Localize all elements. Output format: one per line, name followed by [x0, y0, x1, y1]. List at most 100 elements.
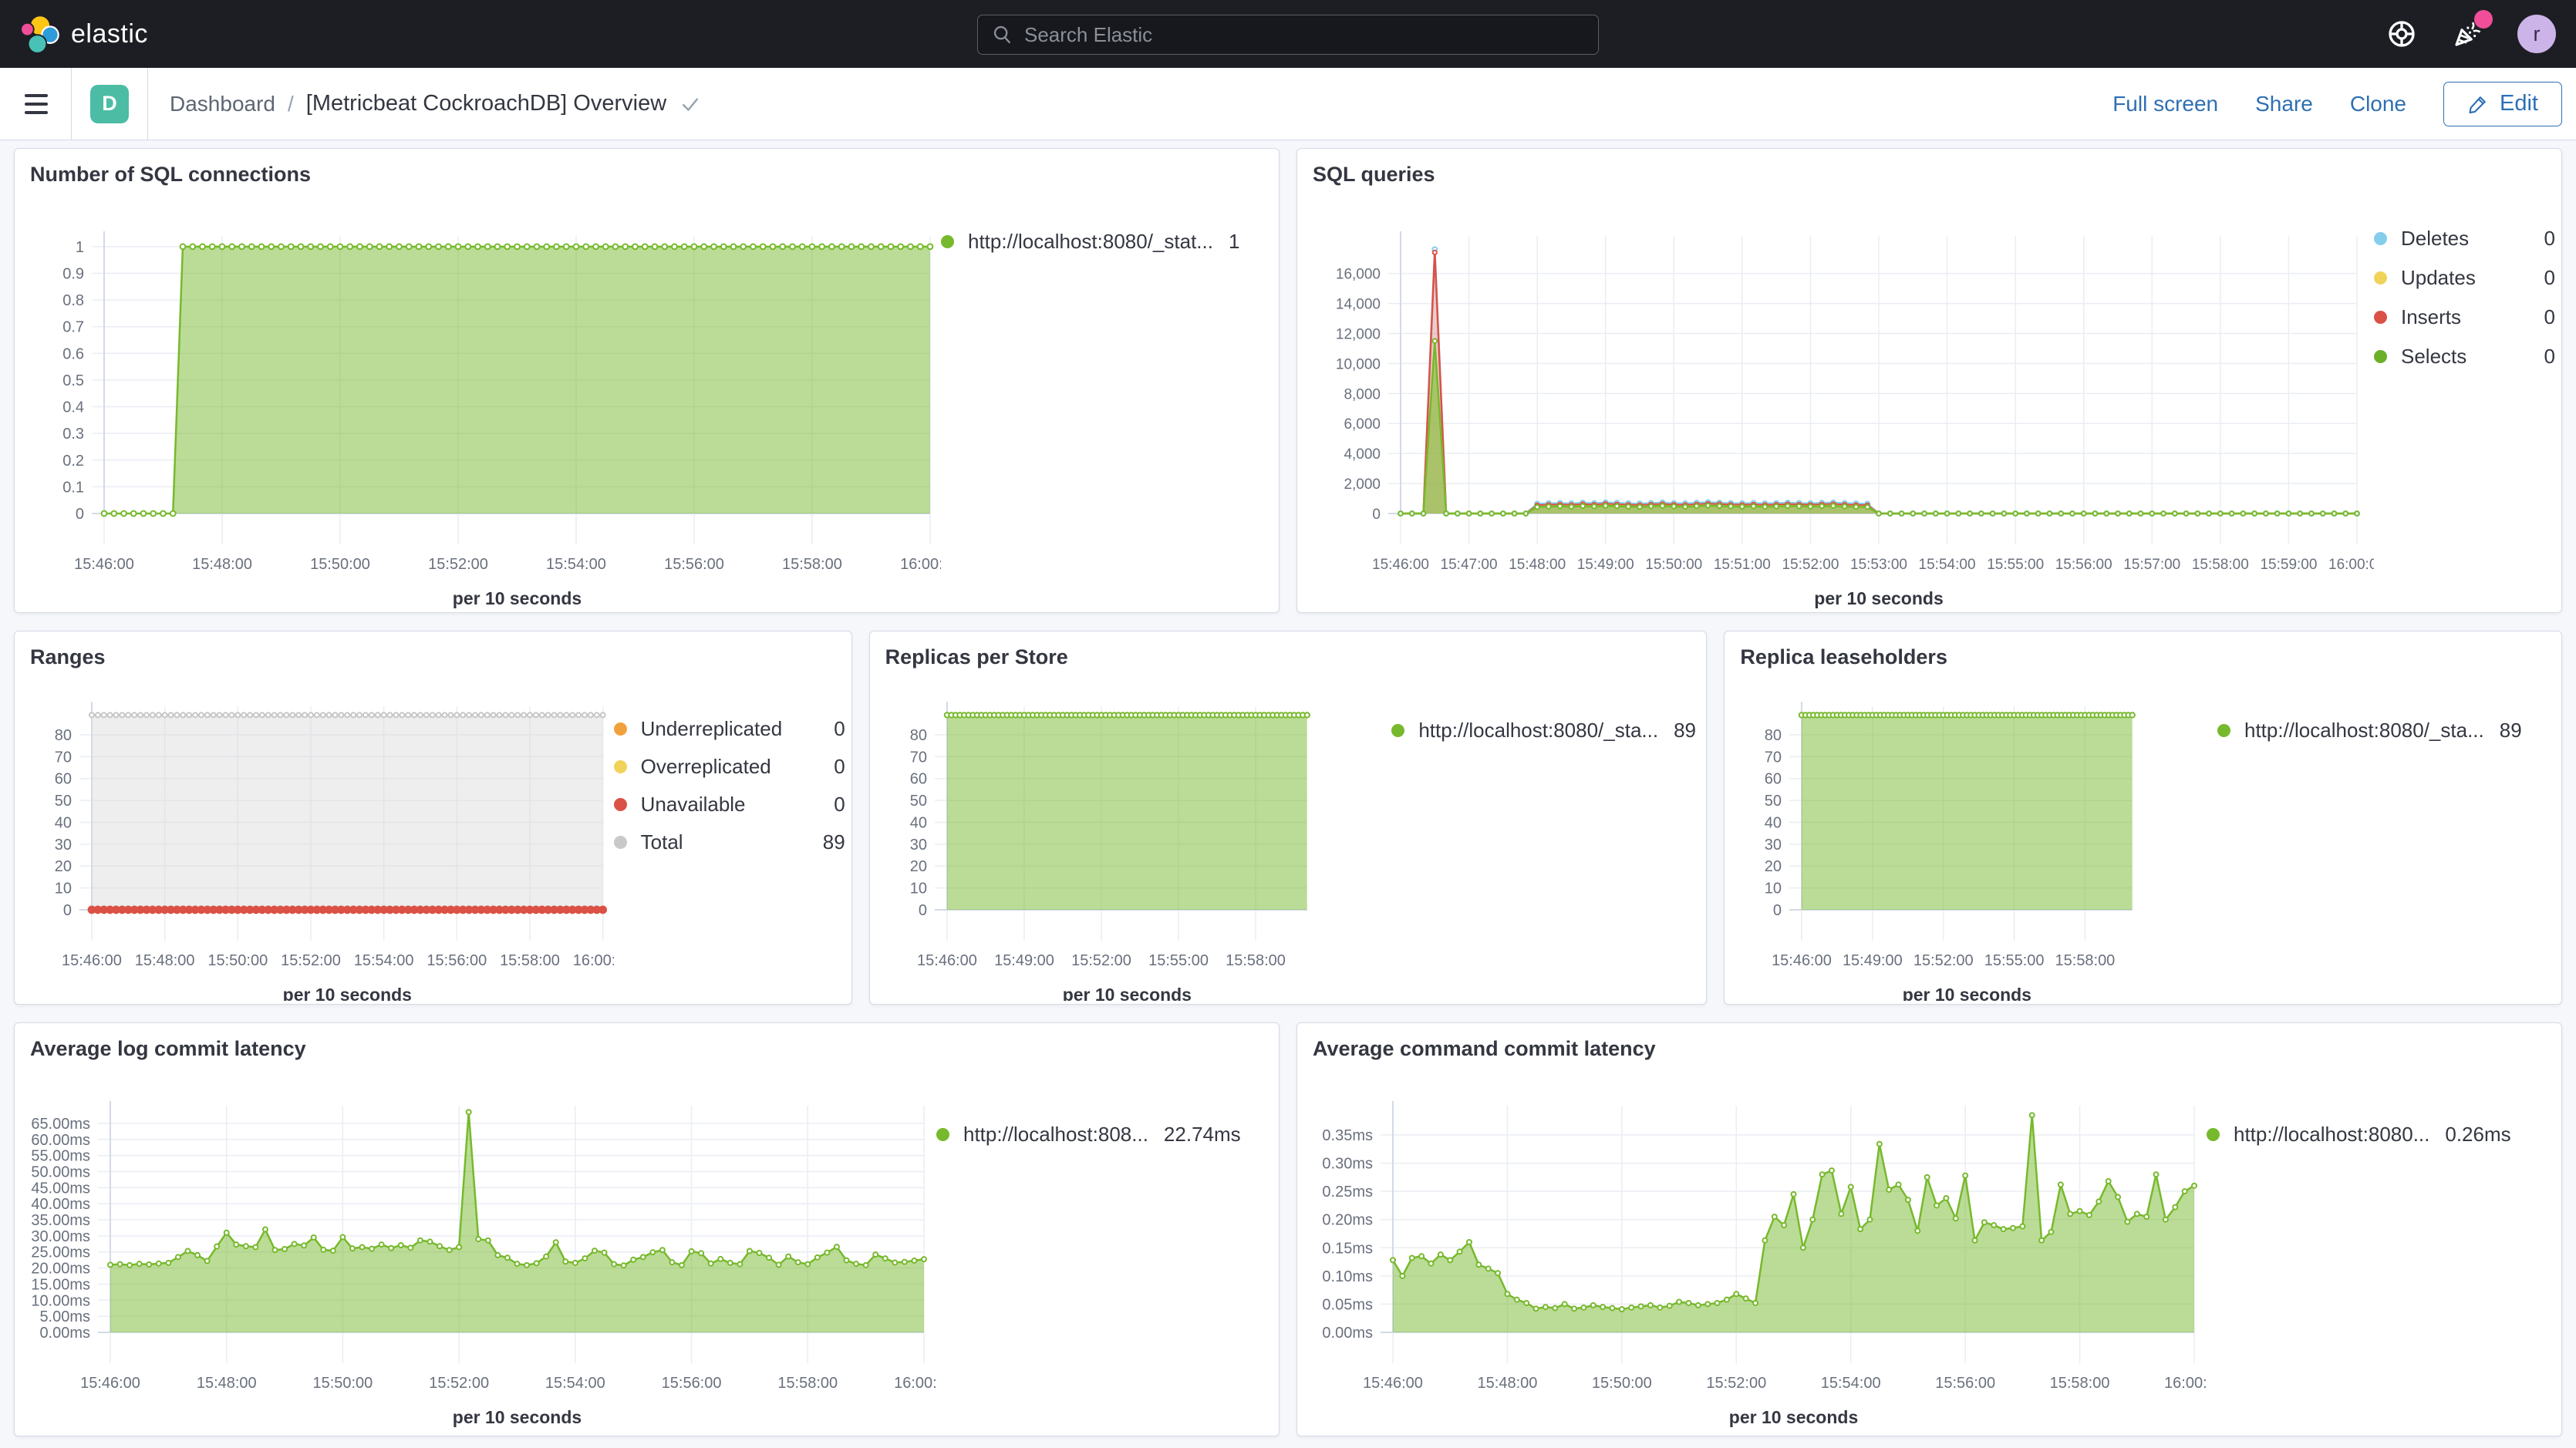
- svg-text:20.00ms: 20.00ms: [31, 1261, 90, 1278]
- panel-title: Average command commit latency: [1297, 1023, 2561, 1061]
- svg-text:50: 50: [1765, 793, 1782, 810]
- legend-dot: [2374, 232, 2387, 245]
- svg-text:15:52:00: 15:52:00: [281, 952, 341, 969]
- legend-item[interactable]: http://localhost:8080/_stat...1: [941, 230, 1273, 254]
- svg-text:per 10 seconds: per 10 seconds: [453, 588, 582, 608]
- chart-avg-log-commit-latency[interactable]: 0.00ms5.00ms10.00ms15.00ms20.00ms25.00ms…: [18, 1061, 936, 1433]
- svg-text:0.2: 0.2: [62, 453, 84, 470]
- dashboard-navbar: D Dashboard / [Metricbeat CockroachDB] O…: [0, 68, 2576, 140]
- legend-item[interactable]: http://localhost:8080...0.26ms: [2207, 1123, 2555, 1147]
- svg-text:30: 30: [55, 837, 72, 854]
- svg-text:16:00:00: 16:00:00: [2164, 1375, 2207, 1392]
- edit-button-label: Edit: [2500, 91, 2538, 116]
- legend-label: Inserts: [2401, 305, 2537, 329]
- panel-ranges: Ranges 0102030405060708015:46:0015:48:00…: [14, 631, 852, 1005]
- legend-dot: [2374, 350, 2387, 363]
- legend-item[interactable]: Overreplicated0: [614, 755, 845, 779]
- legend-item[interactable]: Underreplicated0: [614, 717, 845, 741]
- legend-item[interactable]: Inserts 0: [2374, 305, 2555, 329]
- legend-dot: [2374, 271, 2387, 285]
- svg-text:8,000: 8,000: [1344, 386, 1381, 402]
- share-button[interactable]: Share: [2255, 92, 2313, 116]
- space-badge[interactable]: D: [90, 85, 129, 123]
- search-input[interactable]: [1024, 23, 1584, 47]
- svg-text:15:54:00: 15:54:00: [1821, 1375, 1881, 1392]
- svg-text:1: 1: [76, 239, 84, 256]
- edit-button[interactable]: Edit: [2443, 82, 2562, 126]
- news-button[interactable]: [2451, 18, 2483, 50]
- svg-text:16:00:00: 16:00:00: [900, 556, 941, 573]
- chart-legend: Deletes0 Updates0 Inserts 0 Selects0: [2374, 187, 2555, 609]
- svg-text:0.20ms: 0.20ms: [1322, 1212, 1373, 1229]
- legend-dot: [2374, 311, 2387, 324]
- svg-text:70: 70: [1765, 749, 1782, 766]
- svg-text:60: 60: [55, 771, 72, 788]
- svg-text:0.30ms: 0.30ms: [1322, 1156, 1373, 1173]
- avatar[interactable]: r: [2517, 15, 2556, 53]
- svg-text:15:54:00: 15:54:00: [1919, 557, 1976, 573]
- svg-text:15:58:00: 15:58:00: [2050, 1375, 2110, 1392]
- legend-item[interactable]: http://localhost:8080/_sta...89: [2217, 719, 2555, 743]
- svg-text:15:52:00: 15:52:00: [1706, 1375, 1766, 1392]
- svg-text:35.00ms: 35.00ms: [31, 1212, 90, 1229]
- breadcrumb-separator: /: [288, 92, 294, 116]
- legend-item[interactable]: Selects0: [2374, 345, 2555, 369]
- svg-text:15:55:00: 15:55:00: [1984, 952, 2045, 969]
- svg-text:per 10 seconds: per 10 seconds: [1062, 985, 1191, 1001]
- chart-legend: http://localhost:8080/_sta...89: [2217, 669, 2555, 1001]
- legend-value: 0: [2544, 305, 2555, 329]
- svg-text:15:54:00: 15:54:00: [545, 1375, 605, 1392]
- legend-item[interactable]: Total89: [614, 830, 845, 854]
- svg-text:40: 40: [55, 814, 72, 831]
- legend-item[interactable]: Deletes0: [2374, 227, 2555, 251]
- svg-text:0.3: 0.3: [62, 426, 84, 443]
- svg-text:15:58:00: 15:58:00: [2192, 557, 2249, 573]
- svg-text:15:46:00: 15:46:00: [1372, 557, 1429, 573]
- svg-text:30: 30: [1765, 837, 1782, 854]
- svg-text:0.8: 0.8: [62, 292, 84, 309]
- svg-text:15:50:00: 15:50:00: [310, 556, 370, 573]
- svg-text:15:58:00: 15:58:00: [500, 952, 560, 969]
- legend-item[interactable]: http://localhost:808...22.74ms: [936, 1123, 1273, 1147]
- legend-dot: [2217, 724, 2230, 737]
- svg-text:40: 40: [1765, 814, 1782, 831]
- svg-text:16:00:00: 16:00:00: [573, 952, 614, 969]
- svg-text:14,000: 14,000: [1336, 297, 1381, 313]
- chart-avg-command-commit-latency[interactable]: 0.00ms0.05ms0.10ms0.15ms0.20ms0.25ms0.30…: [1300, 1061, 2207, 1433]
- chart-replica-leaseholders[interactable]: 0102030405060708015:46:0015:49:0015:52:0…: [1728, 669, 2217, 1001]
- svg-text:15:54:00: 15:54:00: [354, 952, 414, 969]
- svg-text:80: 80: [909, 727, 926, 744]
- svg-text:per 10 seconds: per 10 seconds: [453, 1407, 582, 1427]
- svg-text:15:50:00: 15:50:00: [313, 1375, 373, 1392]
- svg-text:15:56:00: 15:56:00: [427, 952, 487, 969]
- chart-ranges[interactable]: 0102030405060708015:46:0015:48:0015:50:0…: [18, 669, 614, 1001]
- svg-text:15:46:00: 15:46:00: [80, 1375, 140, 1392]
- legend-item[interactable]: Unavailable0: [614, 793, 845, 817]
- help-button[interactable]: [2386, 19, 2417, 49]
- svg-text:50: 50: [909, 793, 926, 810]
- menu-button[interactable]: [20, 89, 52, 119]
- clone-button[interactable]: Clone: [2350, 92, 2406, 116]
- full-screen-button[interactable]: Full screen: [2112, 92, 2218, 116]
- chart-sql-connections[interactable]: 00.10.20.30.40.50.60.70.80.9115:46:0015:…: [18, 187, 941, 609]
- panel-sql-connections: Number of SQL connections 00.10.20.30.40…: [14, 148, 1280, 613]
- legend-item[interactable]: http://localhost:8080/_sta...89: [1391, 719, 1700, 743]
- elastic-logo[interactable]: elastic: [20, 14, 148, 54]
- legend-item[interactable]: Updates0: [2374, 266, 2555, 290]
- legend-label: Unavailable: [641, 793, 827, 817]
- legend-dot: [1391, 724, 1404, 737]
- elastic-logo-icon: [20, 14, 60, 54]
- global-search[interactable]: [977, 15, 1599, 55]
- check-icon[interactable]: [679, 93, 702, 116]
- breadcrumb-dashboard[interactable]: Dashboard: [170, 92, 275, 116]
- svg-text:10: 10: [1765, 881, 1782, 897]
- legend-label: http://localhost:8080/_stat...: [968, 230, 1213, 254]
- chart-replicas-per-store[interactable]: 0102030405060708015:46:0015:49:0015:52:0…: [873, 669, 1392, 1001]
- legend-dot: [936, 1128, 949, 1141]
- chart-sql-queries[interactable]: 02,0004,0006,0008,00010,00012,00014,0001…: [1300, 187, 2374, 609]
- svg-text:0.9: 0.9: [62, 265, 84, 282]
- svg-text:0: 0: [918, 902, 926, 919]
- svg-text:70: 70: [909, 749, 926, 766]
- svg-text:15:52:00: 15:52:00: [429, 1375, 489, 1392]
- svg-text:15.00ms: 15.00ms: [31, 1276, 90, 1293]
